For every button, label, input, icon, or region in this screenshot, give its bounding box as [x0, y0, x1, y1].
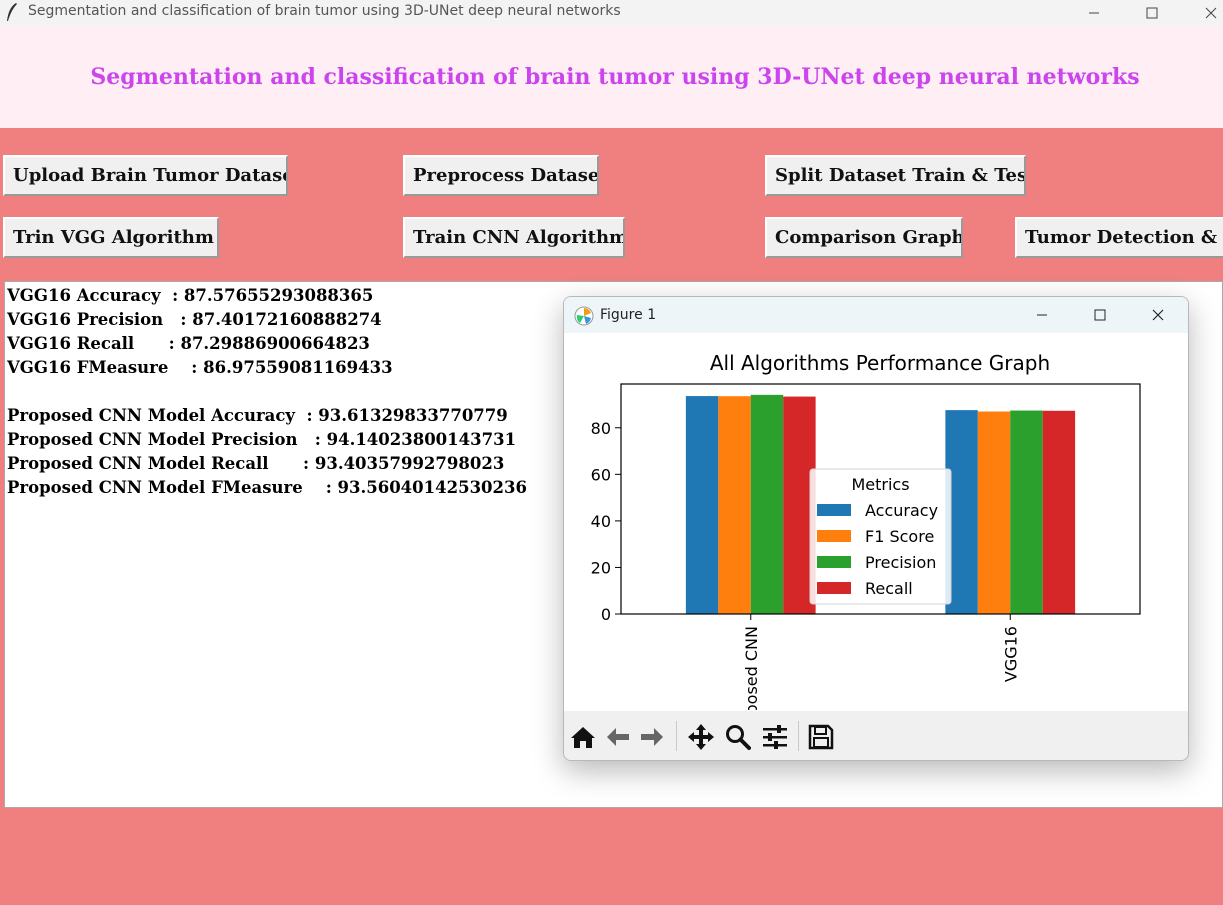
tumor-detection-button[interactable]: Tumor Detection & Segmentation — [1015, 217, 1223, 258]
x-tick-label: VGG16 — [1001, 626, 1020, 682]
figure-titlebar: Figure 1 — [564, 297, 1188, 333]
forward-arrow-icon — [641, 728, 663, 746]
figure-close-button[interactable] — [1129, 297, 1187, 333]
chart-title: All Algorithms Performance Graph — [710, 351, 1050, 375]
train-vgg-button[interactable]: Trin VGG Algorithm — [3, 217, 219, 258]
y-tick-label: 60 — [591, 465, 611, 484]
maximize-button[interactable] — [1129, 0, 1175, 26]
close-icon — [1205, 7, 1217, 19]
upload-dataset-button[interactable]: Upload Brain Tumor Dataset — [3, 155, 288, 196]
home-icon — [571, 727, 595, 748]
bar-f1-score — [718, 396, 751, 614]
legend-title: Metrics — [851, 475, 909, 494]
figure-minimize-button[interactable] — [1013, 297, 1071, 333]
x-tick-label: Proposed CNN — [742, 626, 761, 710]
pan-button[interactable] — [685, 721, 717, 753]
forward-button[interactable] — [636, 721, 668, 753]
y-tick-label: 20 — [591, 558, 611, 577]
toolbar-separator — [798, 721, 799, 751]
pan-icon — [688, 724, 714, 750]
close-button[interactable] — [1188, 0, 1223, 26]
feather-icon — [7, 3, 17, 21]
toolbar-separator — [676, 721, 677, 751]
matplotlib-logo-icon — [574, 306, 594, 326]
figure-window: Figure 1 All Algorithms Performance Grap… — [563, 296, 1189, 761]
bar-recall — [1042, 410, 1076, 614]
y-tick-label: 40 — [591, 512, 611, 531]
legend-swatch — [817, 556, 851, 568]
bar-precision — [750, 394, 784, 614]
save-icon — [808, 724, 834, 750]
bar-accuracy — [685, 396, 719, 614]
minimize-icon — [1037, 314, 1047, 316]
close-icon — [1152, 309, 1164, 321]
split-dataset-button[interactable]: Split Dataset Train & Test — [765, 155, 1026, 196]
home-button[interactable] — [567, 721, 599, 753]
y-tick-label: 80 — [591, 419, 611, 438]
zoom-button[interactable] — [722, 721, 754, 753]
minimize-icon — [1089, 12, 1099, 14]
window-titlebar: Segmentation and classification of brain… — [0, 0, 1223, 26]
configure-subplots-icon — [763, 725, 787, 749]
page-title: Segmentation and classification of brain… — [90, 64, 1140, 90]
back-button[interactable] — [602, 721, 634, 753]
legend-entry: F1 Score — [865, 527, 934, 546]
preprocess-dataset-button[interactable]: Preprocess Dataset — [403, 155, 599, 196]
configure-subplots-button[interactable] — [759, 721, 791, 753]
save-button[interactable] — [805, 721, 837, 753]
figure-title: Figure 1 — [600, 307, 657, 323]
maximize-icon — [1146, 7, 1158, 19]
minimize-button[interactable] — [1071, 0, 1117, 26]
zoom-icon — [726, 725, 751, 750]
y-tick-label: 0 — [601, 605, 611, 624]
window-title: Segmentation and classification of brain… — [28, 3, 621, 19]
legend-entry: Accuracy — [865, 501, 938, 520]
comparison-graph-button[interactable]: Comparison Graph — [765, 217, 963, 258]
legend-swatch — [817, 582, 851, 594]
performance-bar-chart: All Algorithms Performance Graph 0 20 40 60… — [591, 351, 1141, 710]
legend-swatch — [817, 504, 851, 516]
legend-entry: Precision — [865, 553, 936, 572]
figure-maximize-button[interactable] — [1071, 297, 1129, 333]
legend-entry: Recall — [865, 579, 913, 598]
legend-swatch — [817, 530, 851, 542]
maximize-icon — [1094, 309, 1106, 321]
back-arrow-icon — [607, 728, 629, 746]
figure-toolbar — [564, 711, 1188, 760]
bar-precision — [1010, 410, 1043, 614]
bar-f1-score — [977, 411, 1011, 614]
train-cnn-button[interactable]: Train CNN Algorithm — [403, 217, 625, 258]
